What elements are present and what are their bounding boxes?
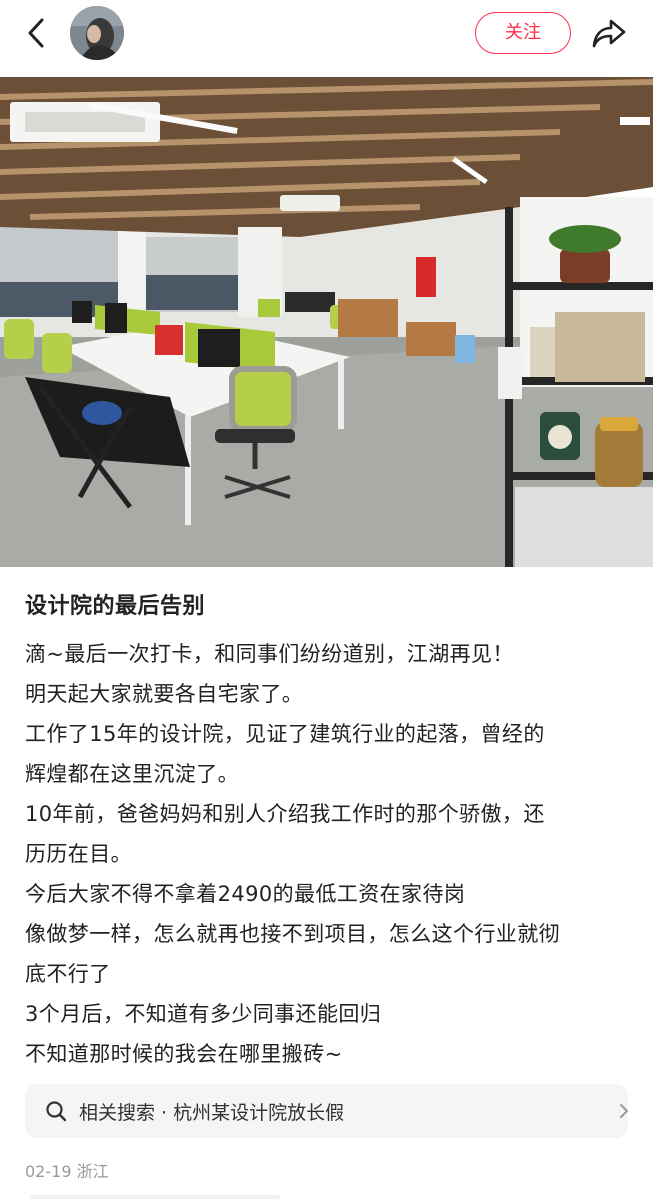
related-search-text: 相关搜索 · 杭州某设计院放长假 xyxy=(79,1102,345,1124)
avatar-image xyxy=(70,6,124,60)
share-arrow-icon xyxy=(592,19,626,48)
post-body-line: 工作了15年的设计院，见证了建筑行业的起落，曾经的 xyxy=(25,722,545,746)
back-button[interactable] xyxy=(22,14,54,52)
chevron-left-icon xyxy=(28,18,44,48)
top-bar: 关注 xyxy=(0,0,653,66)
post-body-line: 底不行了 xyxy=(25,962,111,986)
post-date-location: 02-19 浙江 xyxy=(25,1162,109,1181)
related-search-bar[interactable]: 相关搜索 · 杭州某设计院放长假 xyxy=(25,1084,628,1138)
office-photo[interactable] xyxy=(0,77,653,567)
post-body-line: 辉煌都在这里沉淀了。 xyxy=(25,762,239,786)
post-body: 滴~最后一次打卡，和同事们纷纷道别，江湖再见！ 明天起大家就要各自宅家了。 工作… xyxy=(25,634,635,1074)
share-button[interactable] xyxy=(590,14,628,52)
chevron-right-icon xyxy=(620,1104,628,1118)
search-icon xyxy=(46,1101,67,1122)
post-body-line: 10年前，爸爸妈妈和别人介绍我工作时的那个骄傲，还 xyxy=(25,802,545,826)
post-body-line: 像做梦一样，怎么就再也接不到项目，怎么这个行业就彻 xyxy=(25,922,560,946)
post-body-line: 滴~最后一次打卡，和同事们纷纷道别，江湖再见！ xyxy=(25,642,514,666)
follow-button[interactable]: 关注 xyxy=(475,12,571,54)
post-body-line: 今后大家不得不拿着2490的最低工资在家待岗 xyxy=(25,882,466,906)
post-body-line: 3个月后，不知道有多少同事还能回归 xyxy=(25,1002,382,1026)
post-title: 设计院的最后告别 xyxy=(25,594,206,619)
post-body-line: 不知道那时候的我会在哪里搬砖~ xyxy=(25,1042,343,1066)
post-body-line: 明天起大家就要各自宅家了。 xyxy=(25,682,304,706)
comment-bar-edge xyxy=(30,1195,280,1199)
post-body-line: 历历在目。 xyxy=(25,842,132,866)
avatar[interactable] xyxy=(70,6,124,60)
